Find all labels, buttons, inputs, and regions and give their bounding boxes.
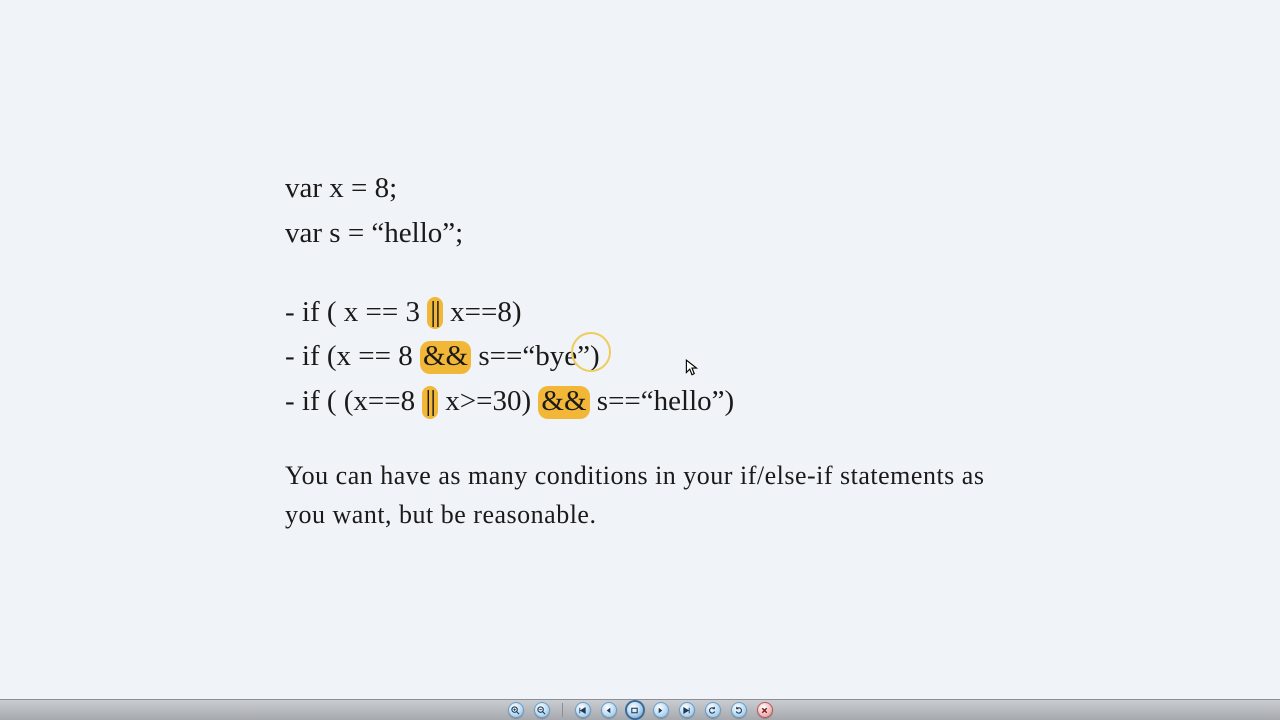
code-text: ” — [577, 340, 590, 372]
next-icon — [656, 706, 665, 715]
zoom-in-button[interactable] — [508, 702, 524, 718]
operator-or: || — [427, 297, 443, 330]
zoom-out-icon — [537, 706, 546, 715]
code-line-2: var s = “hello”; — [285, 211, 995, 256]
current-slide-button[interactable] — [627, 702, 643, 718]
cursor-icon — [685, 346, 699, 364]
slide-note: You can have as many conditions in your … — [285, 456, 995, 534]
annotation-circle: ” — [577, 334, 590, 379]
first-icon — [578, 706, 587, 715]
slide-content: var x = 8; var s = “hello”; - if ( x == … — [285, 166, 995, 535]
close-button[interactable] — [757, 702, 773, 718]
previous-icon — [604, 706, 613, 715]
last-icon — [682, 706, 691, 715]
code-text: x>=30) — [438, 385, 538, 417]
separator — [562, 703, 563, 717]
presentation-toolbar — [0, 699, 1280, 720]
code-line-4: - if (x == 8 && s==“bye”) — [285, 334, 995, 379]
previous-slide-button[interactable] — [601, 702, 617, 718]
code-text: s==“bye — [471, 340, 577, 372]
code-line-3: - if ( x == 3 || x==8) — [285, 290, 995, 335]
operator-and: && — [420, 341, 471, 374]
next-slide-button[interactable] — [653, 702, 669, 718]
last-slide-button[interactable] — [679, 702, 695, 718]
undo-icon — [708, 706, 717, 715]
redo-icon — [734, 706, 743, 715]
operator-or: || — [422, 386, 438, 419]
redo-button[interactable] — [731, 702, 747, 718]
code-text: - if (x == 8 — [285, 340, 420, 372]
code-line-5: - if ( (x==8 || x>=30) && s==“hello”) — [285, 379, 995, 424]
slide-icon — [630, 706, 639, 715]
zoom-out-button[interactable] — [534, 702, 550, 718]
code-text: - if ( (x==8 — [285, 385, 422, 417]
zoom-in-icon — [511, 706, 520, 715]
slide-area: var x = 8; var s = “hello”; - if ( x == … — [0, 0, 1280, 700]
code-text: ) — [590, 340, 600, 372]
undo-button[interactable] — [705, 702, 721, 718]
code-text: s==“hello”) — [590, 385, 735, 417]
close-icon — [760, 706, 769, 715]
code-text: - if ( x == 3 — [285, 296, 427, 328]
code-text: x==8) — [443, 296, 522, 328]
operator-and: && — [538, 386, 589, 419]
code-line-1: var x = 8; — [285, 166, 995, 211]
first-slide-button[interactable] — [575, 702, 591, 718]
